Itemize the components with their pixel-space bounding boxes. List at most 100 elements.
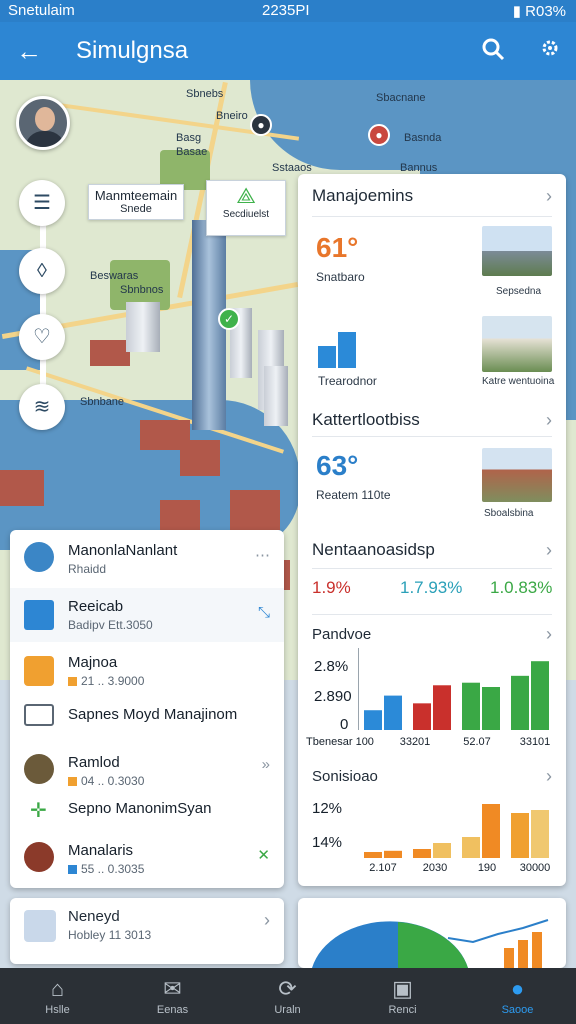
poi-marker-icon[interactable]: ● — [250, 114, 272, 136]
map-callout[interactable]: Manmteemain Snede — [88, 184, 184, 220]
map-callout-location[interactable]: ⟁ Secdiuelst — [206, 180, 286, 236]
map-label: Bneiro — [216, 110, 248, 122]
list-item[interactable]: ManonlaNanlant Rhaidd ⋯ — [10, 530, 284, 586]
building-icon — [24, 754, 54, 784]
temperature-label: Reatem 110te — [316, 488, 391, 502]
y-axis-label: 0 — [340, 716, 349, 733]
map-label: Basnda — [404, 132, 442, 144]
list-item[interactable]: Majnoa 21 .. 3.9000 — [10, 644, 284, 698]
nav-sync[interactable]: ⟳ Uraln — [230, 968, 345, 1024]
search-icon[interactable] — [480, 36, 506, 69]
chevron-right-icon[interactable]: › — [264, 910, 270, 931]
list-item-title: Reeicab — [68, 598, 124, 615]
list-item[interactable]: Manalaris 55 .. 0.3035 ✕ — [10, 832, 284, 888]
chart-bar — [384, 695, 402, 730]
close-icon[interactable]: ✕ — [257, 846, 270, 864]
avatar[interactable] — [16, 96, 70, 150]
thumbnail-caption: Katre wentuoina — [482, 376, 555, 387]
chart-bar — [511, 675, 529, 730]
nav-profile[interactable]: ● Saooe — [460, 968, 575, 1024]
list-item-subtitle: Rhaidd — [68, 562, 107, 576]
city-thumbnail[interactable] — [482, 226, 552, 276]
landmark-thumbnail[interactable] — [482, 316, 552, 372]
list-item[interactable]: Sapnes Moyd Manajinom — [10, 698, 284, 738]
list-item-subtitle: Hobley 11 3013 — [68, 928, 152, 942]
map-label: Basg — [176, 132, 202, 144]
map-label: Basae — [176, 146, 208, 158]
gear-icon[interactable] — [538, 36, 562, 67]
map-thumbnail-icon — [24, 910, 56, 942]
poi-marker-icon[interactable]: ● — [368, 124, 390, 146]
expand-icon[interactable]: ⤡ — [258, 604, 270, 621]
home-icon: ⌂ — [50, 976, 65, 1001]
chart-bar — [531, 810, 549, 858]
map-tool-rail — [40, 200, 46, 410]
chart-bar — [482, 804, 500, 858]
y-axis-label: 12% — [312, 800, 343, 817]
nav-reports[interactable]: ▣ Renci — [345, 968, 460, 1024]
heart-icon[interactable]: ♡ — [19, 314, 65, 360]
nav-label: Hslle — [45, 1004, 70, 1016]
callout-title: Manmteemain — [94, 188, 178, 203]
nodes-icon — [24, 542, 54, 572]
pie-segment — [398, 922, 468, 968]
chart-bar — [433, 843, 451, 858]
nav-home[interactable]: ⌂ Hslle — [0, 968, 115, 1024]
trend-chart-card[interactable] — [298, 898, 566, 968]
temperature-value: 63° — [316, 450, 359, 481]
map-label: Sbacnane — [376, 92, 426, 104]
map-pin-icon[interactable]: ✓ — [218, 308, 240, 330]
chevron-right-icon[interactable]: › — [546, 186, 552, 207]
megaphone-icon: ✉ — [163, 976, 182, 1001]
list-item-title: Sepno ManonimSyan — [68, 800, 212, 817]
more-icon[interactable]: ⋯ — [255, 546, 270, 564]
y-axis-label: 2.890 — [314, 688, 352, 705]
chart-bar — [531, 661, 549, 730]
map-label: Beswaras — [90, 270, 139, 282]
crosshair-icon: ✛ — [30, 800, 47, 822]
chevron-right-icon[interactable]: › — [546, 540, 552, 561]
legend-swatch — [68, 777, 77, 787]
list-item[interactable]: Reeicab Badipv Ett.3050 ⤡ — [10, 588, 284, 642]
wrench-icon — [24, 656, 54, 686]
bottom-list-card[interactable]: Neneyd Hobley 11 3013 › — [10, 898, 284, 964]
map-label: Sbnebs — [186, 88, 224, 100]
location-icon[interactable]: ◊ — [19, 248, 65, 294]
bottom-nav: ⌂ Hslle ✉ Eenas ⟳ Uraln ▣ Renci ● Saooe — [0, 968, 576, 1024]
sync-icon: ⟳ — [278, 976, 297, 1001]
list-item[interactable]: ✛ Sepno ManonimSyan — [10, 792, 284, 832]
legend-swatch — [68, 865, 77, 875]
list-item[interactable]: Ramlod 04 .. 0.3030 » — [10, 742, 284, 798]
chevron-right-icon[interactable]: › — [546, 766, 552, 787]
nav-label: Renci — [388, 1004, 417, 1016]
map-label: Sstaaos — [272, 162, 312, 174]
list-item-title: ManonlaNanlant — [68, 542, 178, 559]
chevron-right-icon[interactable]: › — [546, 410, 552, 431]
x-axis-label: 33101 — [519, 736, 551, 748]
mini-chart-bar — [318, 346, 336, 368]
list-item-title: Manalaris — [68, 842, 134, 859]
tree-icon: ⟁ — [236, 183, 256, 208]
building-thumbnail[interactable] — [482, 448, 552, 502]
callout-subtitle: Snede — [120, 203, 152, 215]
building — [264, 366, 288, 426]
chevron-double-icon[interactable]: » — [262, 756, 270, 773]
nav-label: Saooe — [501, 1004, 534, 1016]
temple-icon — [24, 842, 54, 872]
status-battery: ▮ R03% — [512, 3, 566, 20]
page-title: Simulgnsa — [76, 37, 189, 64]
trend-bar — [504, 948, 514, 968]
chart-bar — [364, 710, 382, 730]
section-title: Nentaanoasidsp — [312, 540, 435, 559]
x-axis-label: 2030 — [422, 862, 448, 874]
list-icon[interactable]: ☰ — [19, 180, 65, 226]
list-item-title: Ramlod — [68, 754, 120, 771]
y-axis-label: 14% — [312, 834, 343, 851]
list-item-subtitle: 04 .. 0.3030 — [68, 774, 144, 788]
list-item-subtitle: Badipv Ett.3050 — [68, 618, 153, 632]
section-title: Kattertlootbiss — [312, 410, 420, 429]
back-arrow-icon[interactable]: ← — [16, 36, 42, 67]
layers-icon[interactable]: ≋ — [19, 384, 65, 430]
nav-events[interactable]: ✉ Eenas — [115, 968, 230, 1024]
map-label: Sbnbnos — [120, 284, 164, 296]
